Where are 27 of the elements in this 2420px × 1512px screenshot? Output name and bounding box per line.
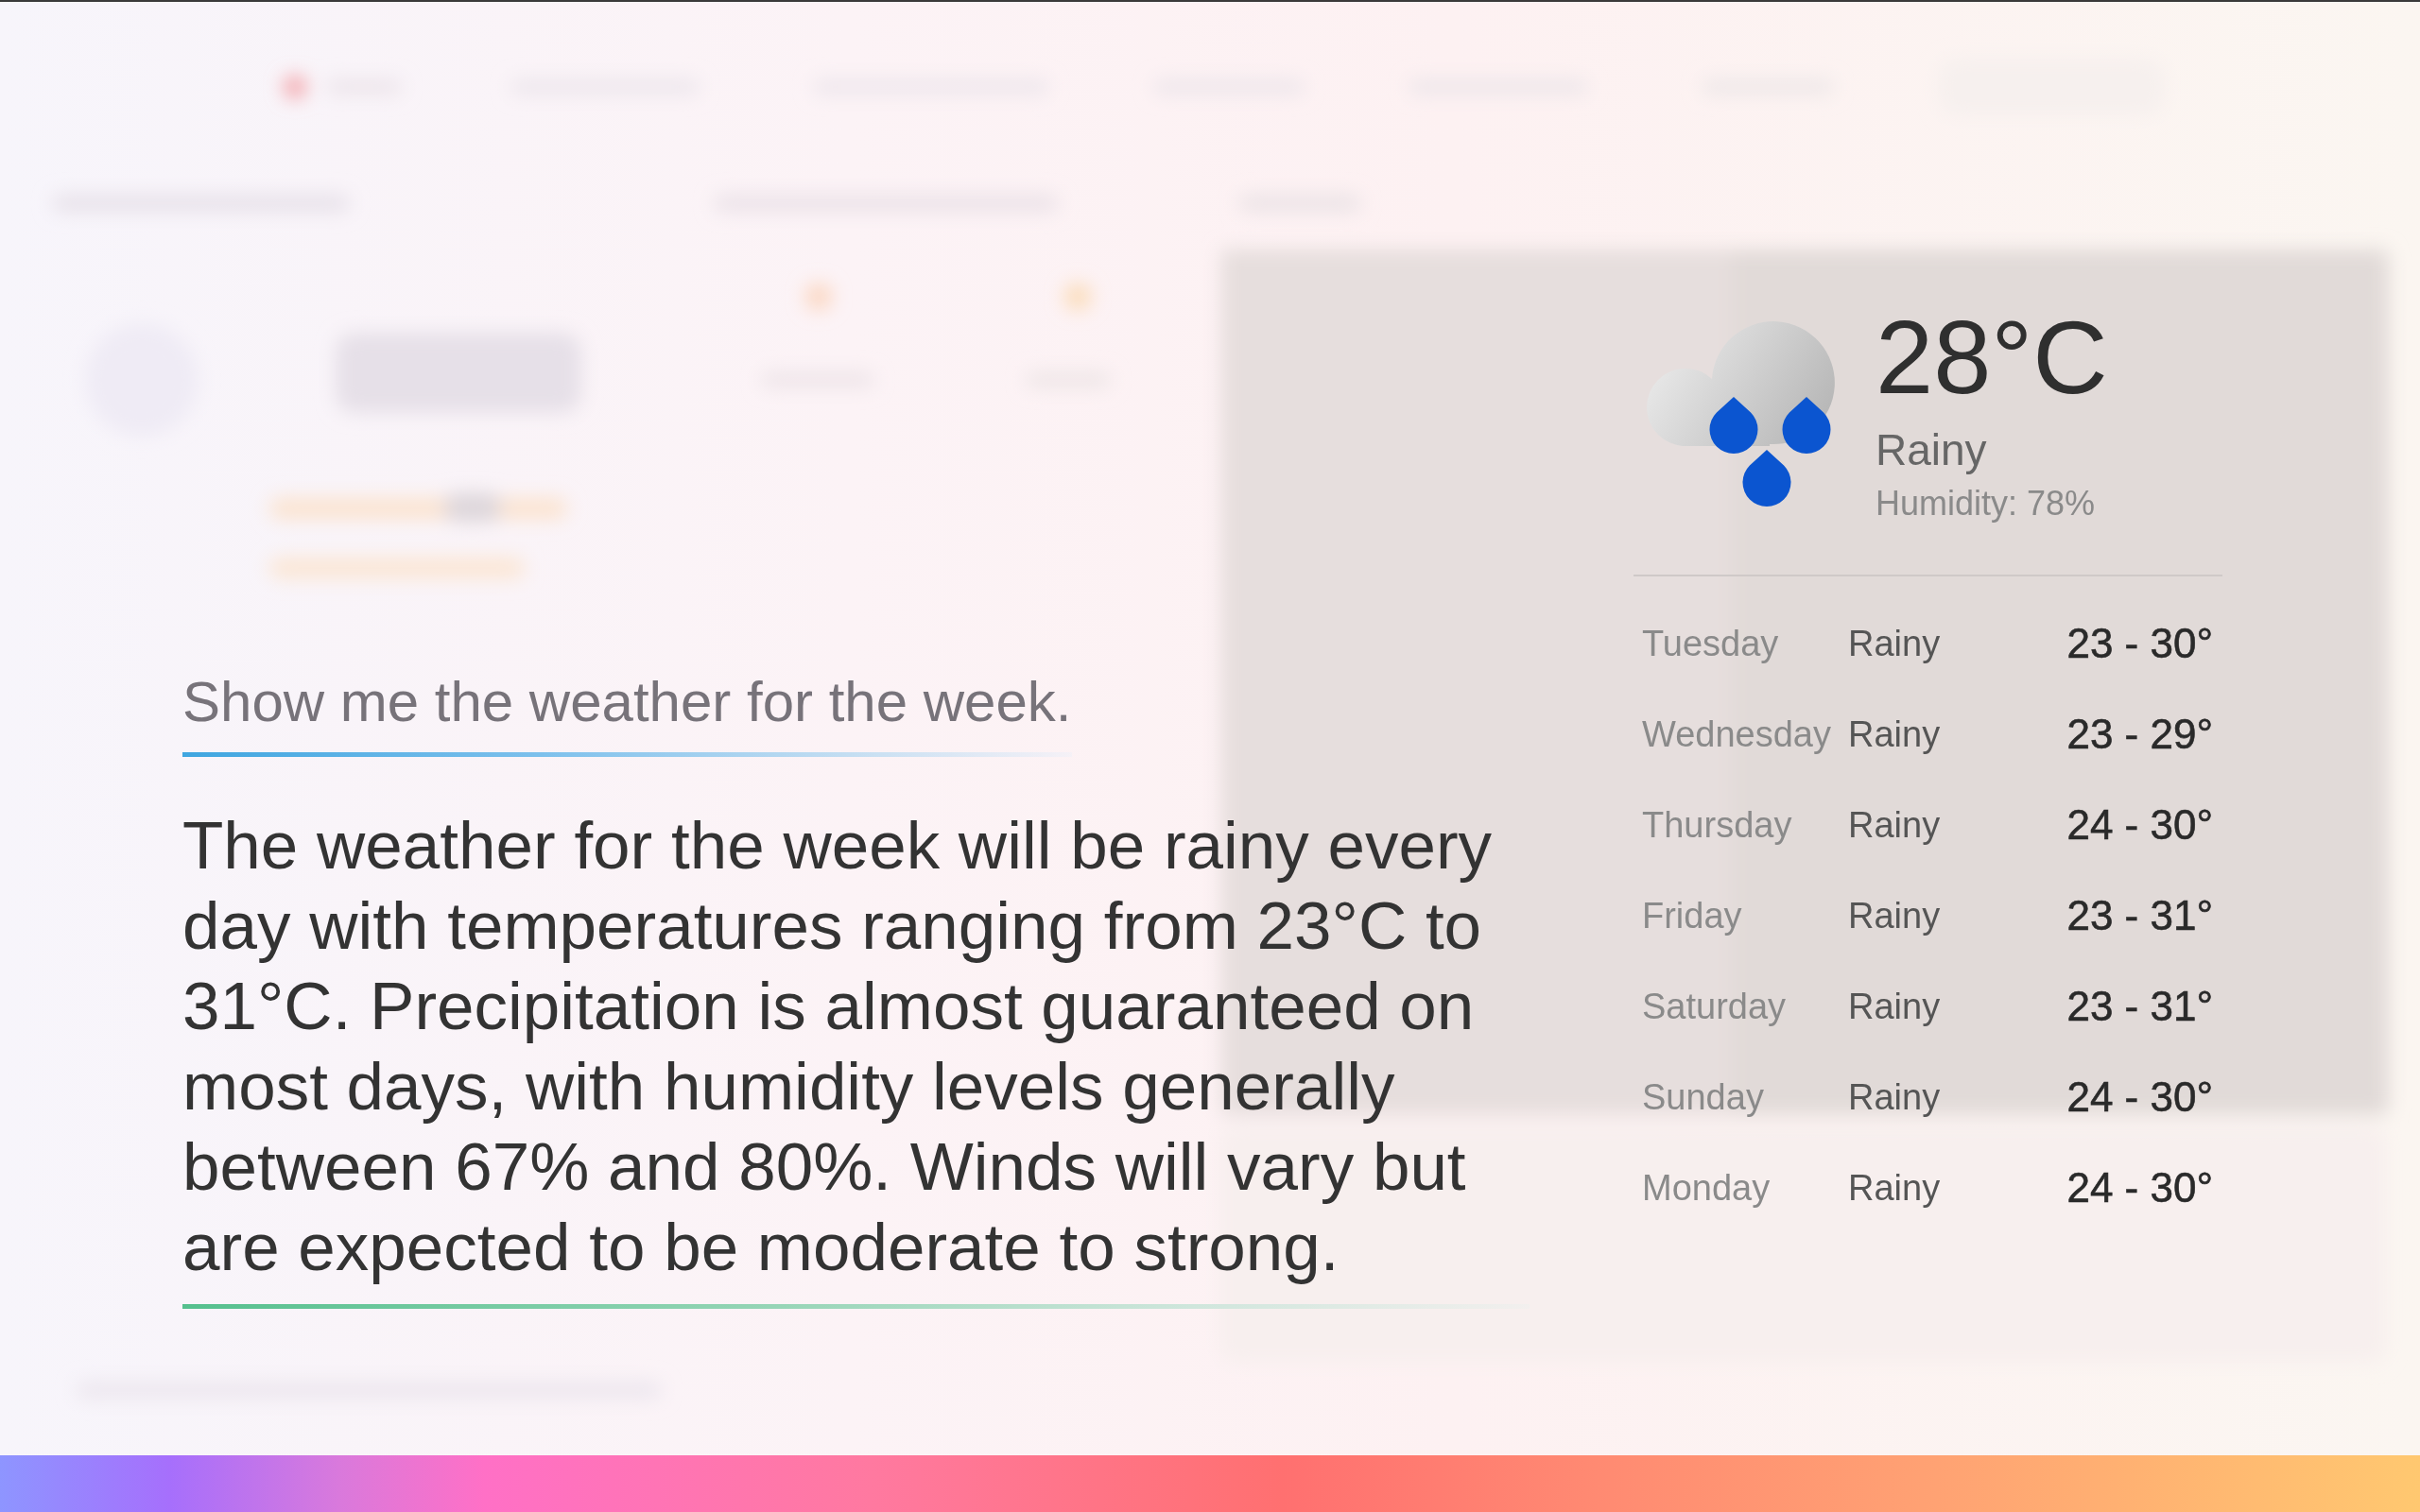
forecast-day: Sunday [1642, 1075, 1848, 1119]
forecast-temperature-range: 23 - 30° [2066, 619, 2213, 668]
forecast-temperature-range: 23 - 31° [2066, 891, 2213, 940]
forecast-condition: Rainy [1848, 804, 1942, 847]
forecast-condition: Rainy [1848, 986, 1942, 1028]
forecast-condition: Rainy [1848, 713, 1942, 756]
rain-cloud-icon [1646, 321, 1835, 507]
forecast-temperature-range: 23 - 31° [2066, 982, 2213, 1031]
current-condition: Rainy [1876, 424, 1987, 476]
answer-paragraph: The weather for the week will be rainy every day with temperatures ranging from 23°C to 31°C. Precipitation is almost guaranteed on most days, with humidity levels generally between 67% and 80%. Winds will vary but are expected to be moderate to strong. [182, 807, 1494, 1286]
forecast-day: Tuesday [1642, 622, 1848, 665]
forecast-temperature-range: 24 - 30° [2066, 1163, 2213, 1212]
query-text: Show me the weather for the week. [182, 669, 1072, 735]
forecast-condition: Rainy [1848, 623, 1942, 665]
forecast-day: Saturday [1642, 985, 1848, 1028]
forecast-condition: Rainy [1848, 1076, 1942, 1119]
forecast-condition: Rainy [1848, 1167, 1942, 1210]
forecast-condition: Rainy [1848, 895, 1942, 937]
forecast-temperature-range: 24 - 30° [2066, 800, 2213, 850]
forecast-day: Monday [1642, 1166, 1848, 1210]
forecast-temperature-range: 23 - 29° [2066, 710, 2213, 759]
humidity-reading: Humidity: 78% [1876, 483, 2096, 524]
forecast-day: Wednesday [1642, 713, 1848, 756]
forecast-day: Friday [1642, 894, 1848, 937]
current-temperature: 28°C [1876, 305, 2108, 409]
forecast-temperature-range: 24 - 30° [2066, 1073, 2213, 1122]
forecast-day: Thursday [1642, 803, 1848, 847]
